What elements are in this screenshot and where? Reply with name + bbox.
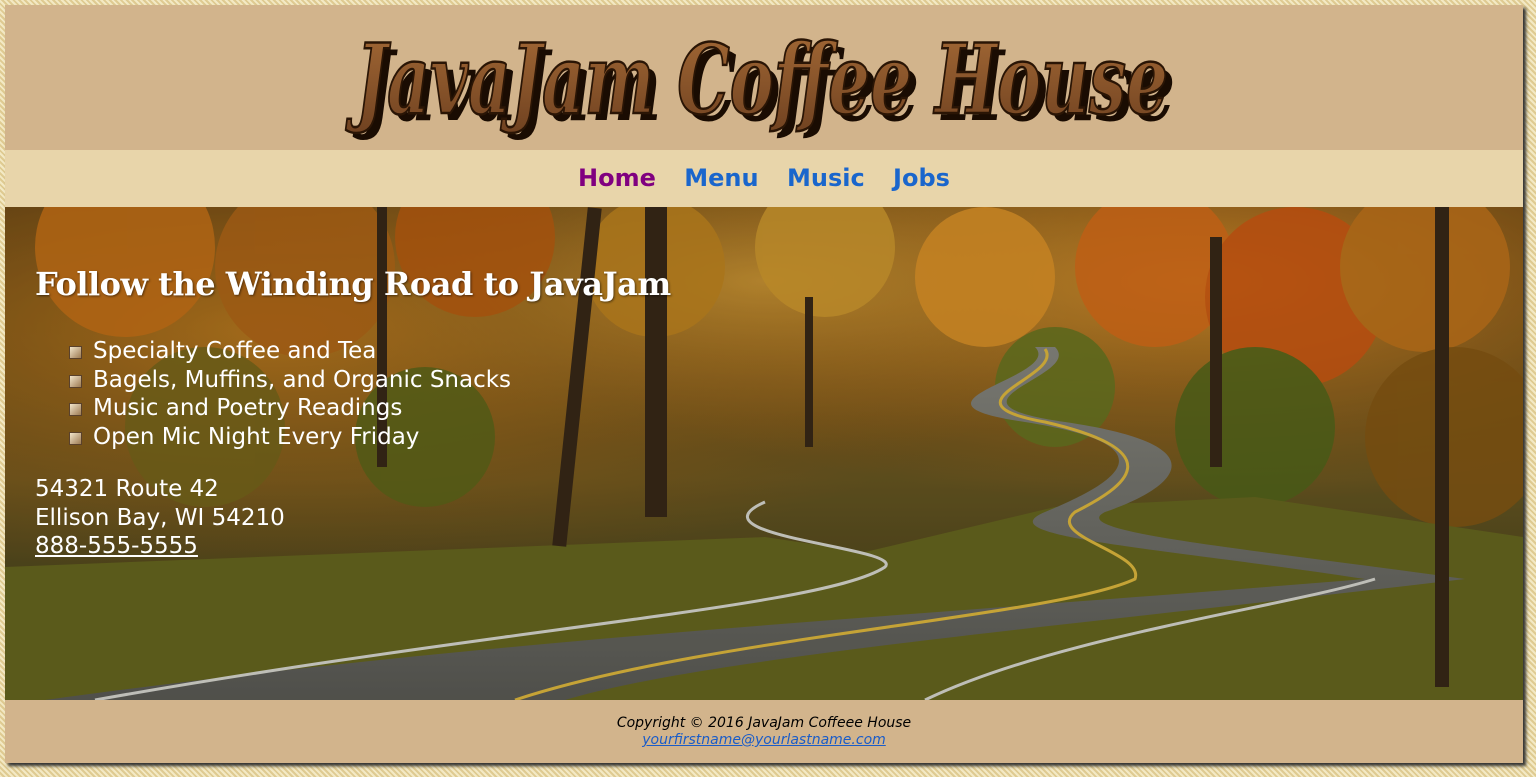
page-wrapper: JavaJam Coffee House JavaJam Coffee Hous… <box>5 5 1523 763</box>
email-link[interactable]: yourfirstname@yourlastname.com <box>642 732 886 748</box>
address-block: 54321 Route 42 Ellison Bay, WI 54210 888… <box>35 475 671 561</box>
nav-link-home[interactable]: Home <box>578 164 656 192</box>
hero-content: Follow the Winding Road to JavaJam Speci… <box>35 265 671 561</box>
phone-link[interactable]: 888-555-5555 <box>35 533 198 559</box>
bullet-icon <box>69 403 82 416</box>
hero-section: Follow the Winding Road to JavaJam Speci… <box>5 207 1523 700</box>
list-item: Specialty Coffee and Tea <box>69 337 671 366</box>
address-city: Ellison Bay, WI 54210 <box>35 504 285 531</box>
copyright-text: Copyright © 2016 JavaJam Coffeee House <box>616 715 912 731</box>
bullet-icon <box>69 346 82 359</box>
nav-link-jobs[interactable]: Jobs <box>893 164 950 192</box>
bullet-icon <box>69 431 82 445</box>
site-logo[interactable]: JavaJam Coffee House JavaJam Coffee Hous… <box>5 7 1523 142</box>
svg-text:JavaJam Coffee House: JavaJam Coffee House <box>345 23 1168 136</box>
address-street: 54321 Route 42 <box>35 476 219 502</box>
nav-link-menu[interactable]: Menu <box>684 164 758 192</box>
list-item: Bagels, Muffins, and Organic Snacks <box>69 366 671 395</box>
list-item: Open Mic Night Every Friday <box>69 423 671 452</box>
feature-list: Specialty Coffee and Tea Bagels, Muffins… <box>69 337 671 451</box>
bullet-icon <box>69 374 82 388</box>
nav-link-music[interactable]: Music <box>787 164 865 192</box>
list-item: Music and Poetry Readings <box>69 394 671 423</box>
hero-heading: Follow the Winding Road to JavaJam <box>35 265 671 303</box>
site-header: JavaJam Coffee House JavaJam Coffee Hous… <box>5 5 1523 150</box>
main-nav: Home Menu Music Jobs <box>5 150 1523 207</box>
site-footer: Copyright © 2016 JavaJam Coffeee House y… <box>5 700 1523 763</box>
